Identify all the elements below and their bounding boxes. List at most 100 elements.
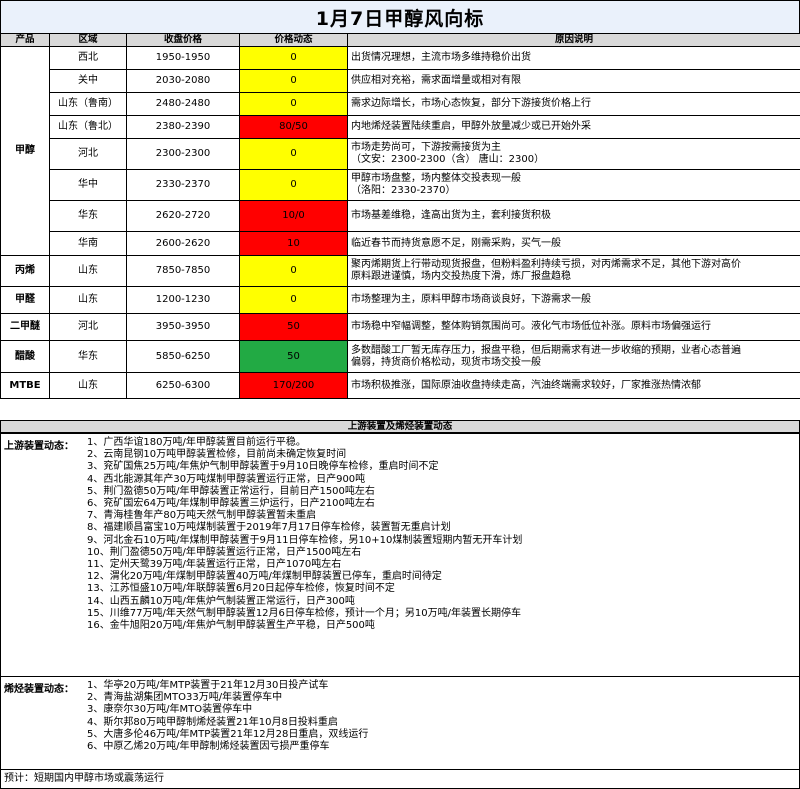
reason-cell: 临近春节而持货意愿不足，刚需采购，买气一般 [347,231,800,256]
change-cell: 10 [239,231,348,256]
table-row: 华中 2330-2370 0 甲醇市场盘整，场内整体交投表现一般 （洛阳：2330… [1,169,800,201]
region-cell: 关中 [49,69,127,93]
reason-cell: 市场走势尚可，下游按需接货为主 （文安：2300-2300（含） 唐山：2300） [347,138,800,170]
price-cell: 1950-1950 [126,46,240,70]
col-change: 价格动态 [239,33,348,47]
product-cell: 甲醛 [0,286,50,314]
list-item: 5、荆门盈德50万吨/年甲醇装置正常运行，目前日产1500吨左右 [87,485,375,497]
price-cell: 2480-2480 [126,92,240,116]
reason-cell: 市场基差维稳，逢高出货为主，套利接货积极 [347,200,800,232]
reason-cell: 市场稳中窄幅调整，整体购销氛围尚可。液化气市场低位补涨。原料市场偏强运行 [347,313,800,341]
reason-line: 甲醇市场盘整，场内整体交投表现一般 [351,173,521,184]
product-cell: 丙烯 [0,255,50,287]
change-cell: 0 [239,255,348,287]
table-row: 丙烯 山东 7850-7850 0 聚丙烯期货上行带动现货报盘，但粉料盈利持续亏… [0,255,800,287]
region-cell: 山东 [49,255,127,287]
product-cell: 二甲醚 [0,313,50,341]
reason-cell: 甲醇市场盘整，场内整体交投表现一般 （洛阳：2330-2370） [347,169,800,201]
upstream-block: 上游装置动态： 1、广西华谊180万吨/年甲醇装置目前运行平稳。 2、云南昆钢10… [0,433,800,677]
region-cell: 华东 [49,340,127,373]
price-cell: 5850-6250 [126,340,240,373]
price-cell: 1200-1230 [126,286,240,314]
region-cell: 山东（鲁南） [49,92,127,116]
reason-line: 聚丙烯期货上行带动现货报盘，但粉料盈利持续亏损，对丙烯需求不足，其他下游对高价 [351,259,741,270]
reason-cell: 聚丙烯期货上行带动现货报盘，但粉料盈利持续亏损，对丙烯需求不足，其他下游对高价原… [347,255,800,287]
col-product: 产品 [0,33,50,47]
table-row: 关中 2030-2080 0 供应相对充裕，需求面增量或相对有限 [1,69,800,93]
forecast-text: 预计：短期国内甲醇市场或震荡运行 [4,773,164,784]
list-item: 4、斯尔邦80万吨甲醇制烯烃装置21年10月8日投料重启 [87,716,338,728]
region-cell: 华南 [49,231,127,256]
change-cell: 0 [239,138,348,170]
price-cell: 2030-2080 [126,69,240,93]
list-item: 2、青海盐湖集团MTO33万吨/年装置停车中 [87,692,283,704]
table-row: 甲醇 西北 1950-1950 0 出货情况理想，主流市场多维持稳价出货 [0,46,800,256]
change-cell: 0 [239,46,348,70]
price-cell: 7850-7850 [126,255,240,287]
olefin-heading: 烯烃装置动态： [4,684,74,695]
list-item: 11、定州天鹭39万吨/年装置运行正常，日产1070吨左右 [87,559,342,571]
list-item: 6、兖矿国宏64万吨/年煤制甲醇装置三炉运行，日产2100吨左右 [87,498,375,510]
list-item: 4、西北能源其年产30万吨煤制甲醇装置运行正常，日产900吨 [87,473,366,485]
list-item: 2、云南昆钢10万吨甲醇装置检修，目前尚未确定恢复时间 [87,449,347,461]
change-cell: 170/200 [239,372,348,399]
col-region: 区域 [49,33,127,47]
olefin-block: 烯烃装置动态： 1、华亭20万吨/年MTP装置于21年12月30日投产试车 2、青… [0,676,800,770]
table-header-row: 产品 区域 收盘价格 价格动态 原因说明 [0,33,800,47]
change-cell: 10/0 [239,200,348,232]
table-row: MTBE 山东 6250-6300 170/200 市场积极推涨，国际原油收盘持… [0,372,800,399]
region-cell: 山东 [49,286,127,314]
page-title: 1月7日甲醇风向标 [0,0,800,34]
price-table: 产品 区域 收盘价格 价格动态 原因说明 甲醇 西北 1950-1950 0 出… [0,33,800,399]
product-cell-methanol: 甲醇 [0,46,50,256]
list-item: 15、川维77万吨/年天然气制甲醇装置12月6日停车检修，预计一个月；另10万吨… [87,607,521,619]
change-cell: 50 [239,313,348,341]
reason-line: 多数醋酸工厂暂无库存压力，报盘平稳，但后期需求有进一步收缩的预期，业者心态普遍 [351,344,741,356]
table-row: 山东（鲁南） 2480-2480 0 需求边际增长，市场心态恢复，部分下游接货价… [1,92,800,116]
list-item: 6、中原乙烯20万吨/年甲醇制烯烃装置因亏损严重停车 [87,741,330,753]
reason-cell: 市场积极推涨，国际原油收盘持续走高，汽油终端需求较好，厂家推涨热情浓郁 [347,372,800,399]
list-item: 3、康奈尔30万吨/年MTO装置停车中 [87,704,253,716]
price-cell: 2620-2720 [126,200,240,232]
reason-cell: 内地烯烃装置陆续重启，甲醇外放量减少或已开始外采 [347,115,800,139]
reason-line: （洛阳：2330-2370） [351,185,456,196]
price-cell: 2300-2300 [126,138,240,170]
list-item: 3、兖矿国焦25万吨/年焦炉气制甲醇装置于9月10日晚停车检修，重启时间不定 [87,461,439,473]
change-cell: 80/50 [239,115,348,139]
upstream-list: 1、广西华谊180万吨/年甲醇装置目前运行平稳。 2、云南昆钢10万吨甲醇装置检修… [87,437,522,632]
list-item: 5、大唐多伦46万吨/年MTP装置21年12月28日重启，双线运行 [87,728,369,740]
list-item: 1、华亭20万吨/年MTP装置于21年12月30日投产试车 [87,680,329,691]
col-reason: 原因说明 [347,33,800,47]
change-cell: 0 [239,286,348,314]
list-item: 1、广西华谊180万吨/年甲醇装置目前运行平稳。 [87,437,306,448]
table-row: 甲醛 山东 1200-1230 0 市场整理为主，原料甲醇市场商谈良好，下游需求… [0,286,800,314]
list-item: 8、福建顺昌富宝10万吨煤制装置于2019年7月17日停车检修，装置暂无重启计划 [87,522,451,534]
col-price: 收盘价格 [126,33,240,47]
list-item: 7、青海桂鲁年产80万吨天然气制甲醇装置暂未重启 [87,510,317,522]
region-cell: 河北 [49,313,127,341]
price-cell: 3950-3950 [126,313,240,341]
region-cell: 西北 [49,46,127,70]
list-item: 12、渭化20万吨/年煤制甲醇装置40万吨/年煤制甲醇装置已停车，重启时间待定 [87,571,442,583]
reason-line: 偏弱，持货商价格松动，现货市场交投一般 [351,356,541,368]
list-item: 9、河北金石10万吨/年煤制甲醇装置于9月11日停车检修，另10+10煤制装置短… [87,534,523,546]
table-row: 华东 2620-2720 10/0 市场基差维稳，逢高出货为主，套利接货积极 [1,200,800,232]
change-cell: 0 [239,169,348,201]
table-row: 河北 2300-2300 0 市场走势尚可，下游按需接货为主 （文安：2300-2… [1,138,800,170]
change-cell: 0 [239,92,348,116]
list-item: 10、荆门盈德50万吨/年甲醇装置运行正常，日产1500吨左右 [87,546,362,558]
price-cell: 2380-2390 [126,115,240,139]
list-item: 13、江苏恒盛10万吨/年联醇装置6月20日起停车检修，恢复时间不定 [87,583,395,595]
olefin-list: 1、华亭20万吨/年MTP装置于21年12月30日投产试车 2、青海盐湖集团MTO… [87,680,368,753]
price-table-body: 甲醇 西北 1950-1950 0 出货情况理想，主流市场多维持稳价出货 关中 … [0,46,800,399]
list-item: 14、山西五麟10万吨/年焦炉气制装置正常运行，日产300吨 [87,595,355,607]
price-cell: 2600-2620 [126,231,240,256]
reason-line: （文安：2300-2300（含） 唐山：2300） [351,154,545,165]
reason-line: 原料跟进谨慎，场内交投热度下滑，炼厂报盘趋稳 [351,271,571,282]
forecast-bar: 预计：短期国内甲醇市场或震荡运行 [0,769,800,789]
reason-cell: 需求边际增长，市场心态恢复，部分下游接货价格上行 [347,92,800,116]
product-cell: 醋酸 [0,340,50,373]
region-cell: 华中 [49,169,127,201]
section-title-bar: 上游装置及烯烃装置动态 [0,420,800,433]
region-cell: 山东 [49,372,127,399]
